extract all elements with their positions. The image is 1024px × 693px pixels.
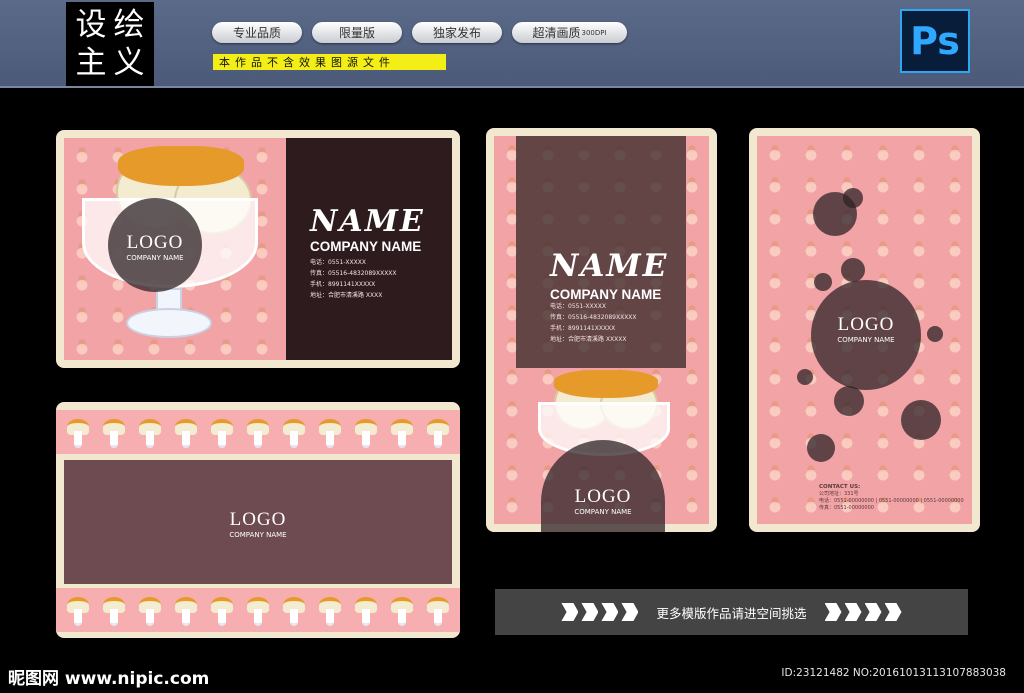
card-vertical-back: LOGO COMPANY NAME CONTACT US: 公司地址：331号 … [749, 128, 980, 532]
sundae-strip-bottom [56, 588, 460, 632]
info-line: 手机：8991141XXXXX [310, 281, 376, 288]
brand-char: 绘 [113, 6, 145, 43]
tag-hd: 超清画质 300DPI [512, 22, 627, 43]
company-name: COMPANY NAME [310, 239, 422, 254]
logo-text: LOGO [837, 314, 895, 335]
logo-text: LOGO [574, 486, 632, 507]
promo-text: 更多模版作品请进空间挑选 [656, 605, 807, 621]
info-line: 电话：0551-XXXXX [550, 303, 606, 310]
contact-line: 电话：0551-00000000 | 0551-00000000 | 0551-… [819, 498, 964, 504]
logo-text: LOGO [126, 232, 184, 253]
tag-extra: 300DPI [581, 28, 607, 37]
person-name: NAME [310, 204, 425, 239]
tag-label: 限量版 [338, 26, 375, 40]
decor-circle [901, 400, 941, 440]
decor-circle [834, 386, 864, 416]
contact-info: 电话：0551-XXXXX 传真：05516-4832089XXXXX 手机：8… [550, 301, 637, 345]
header-bar: 设 绘 主 义 专业品质 限量版 独家发布 超清画质 300DPI 本作品不含效果… [0, 0, 1024, 88]
card-back: LOGO COMPANY NAME [56, 402, 460, 638]
logo-text: LOGO [229, 509, 287, 530]
brand-logo: 设 绘 主 义 [66, 2, 154, 86]
contact-line: 传真：0551-00000000 [819, 505, 874, 511]
back-panel: LOGO COMPANY NAME [64, 460, 452, 584]
decor-circle [927, 326, 943, 342]
logo-block: LOGO COMPANY NAME [108, 232, 202, 262]
info-line: 传真：05516-4832089XXXXX [550, 314, 637, 321]
tag-list: 专业品质 限量版 独家发布 超清画质 300DPI [212, 22, 627, 43]
watermark-site: 昵图网 www.nipic.com [8, 669, 210, 689]
logo-block: LOGO COMPANY NAME [541, 486, 665, 516]
decor-circle [843, 188, 863, 208]
info-line: 手机：8991141XXXXX [550, 325, 616, 332]
logo-subtitle: COMPANY NAME [574, 508, 632, 516]
person-name: NAME [550, 248, 669, 284]
info-panel: NAME COMPANY NAME 电话：0551-XXXXX 传真：05516… [516, 136, 686, 368]
chevron-right-icon [824, 603, 902, 621]
sundae-strip-top [56, 410, 460, 454]
contact-block: CONTACT US: 公司地址：331号 电话：0551-00000000 |… [819, 484, 964, 512]
logo-subtitle: COMPANY NAME [126, 254, 184, 262]
promo-banner[interactable]: 更多模版作品请进空间挑选 [495, 589, 968, 635]
info-line: 地址：合肥市清溪路 XXXX [310, 292, 383, 299]
card-vertical: NAME COMPANY NAME 电话：0551-XXXXX 传真：05516… [486, 128, 717, 532]
info-line: 传真：05516-4832089XXXXX [310, 270, 397, 277]
contact-info: 电话：0551-XXXXX 传真：05516-4832089XXXXX 手机：8… [310, 257, 397, 301]
chevron-right-icon [561, 603, 639, 621]
decor-circle [807, 434, 835, 462]
tag-exclusive: 独家发布 [412, 22, 502, 43]
info-line: 电话：0551-XXXXX [310, 259, 366, 266]
tag-label: 独家发布 [432, 26, 481, 40]
image-id: ID:23121482 NO:20161013113107883038 [781, 667, 1006, 679]
tag-quality: 专业品质 [212, 22, 302, 43]
contact-title: CONTACT US: [819, 484, 861, 490]
logo-subtitle: COMPANY NAME [229, 531, 287, 539]
brand-char: 主 [75, 44, 107, 81]
photoshop-icon: Ps [900, 9, 970, 73]
info-line: 地址：合肥市清溪路 XXXXX [550, 336, 627, 343]
decor-circle [814, 273, 832, 291]
tag-label: 专业品质 [232, 26, 281, 40]
contact-line: 公司地址：331号 [819, 491, 859, 497]
notice-banner: 本作品不含效果图源文件 [213, 54, 446, 70]
brand-char: 义 [113, 44, 145, 81]
company-name: COMPANY NAME [550, 287, 662, 302]
logo-subtitle: COMPANY NAME [837, 336, 895, 344]
brand-char: 设 [75, 6, 107, 43]
tag-limited: 限量版 [312, 22, 402, 43]
card-front: LOGO COMPANY NAME NAME COMPANY NAME 电话：0… [56, 130, 460, 368]
decor-circle [797, 369, 813, 385]
info-panel: NAME COMPANY NAME 电话：0551-XXXXX 传真：05516… [286, 138, 452, 360]
decor-circle [841, 258, 865, 282]
tag-label: 超清画质 [532, 26, 581, 40]
logo-block: LOGO COMPANY NAME [64, 509, 452, 539]
logo-block: LOGO COMPANY NAME [811, 314, 921, 344]
